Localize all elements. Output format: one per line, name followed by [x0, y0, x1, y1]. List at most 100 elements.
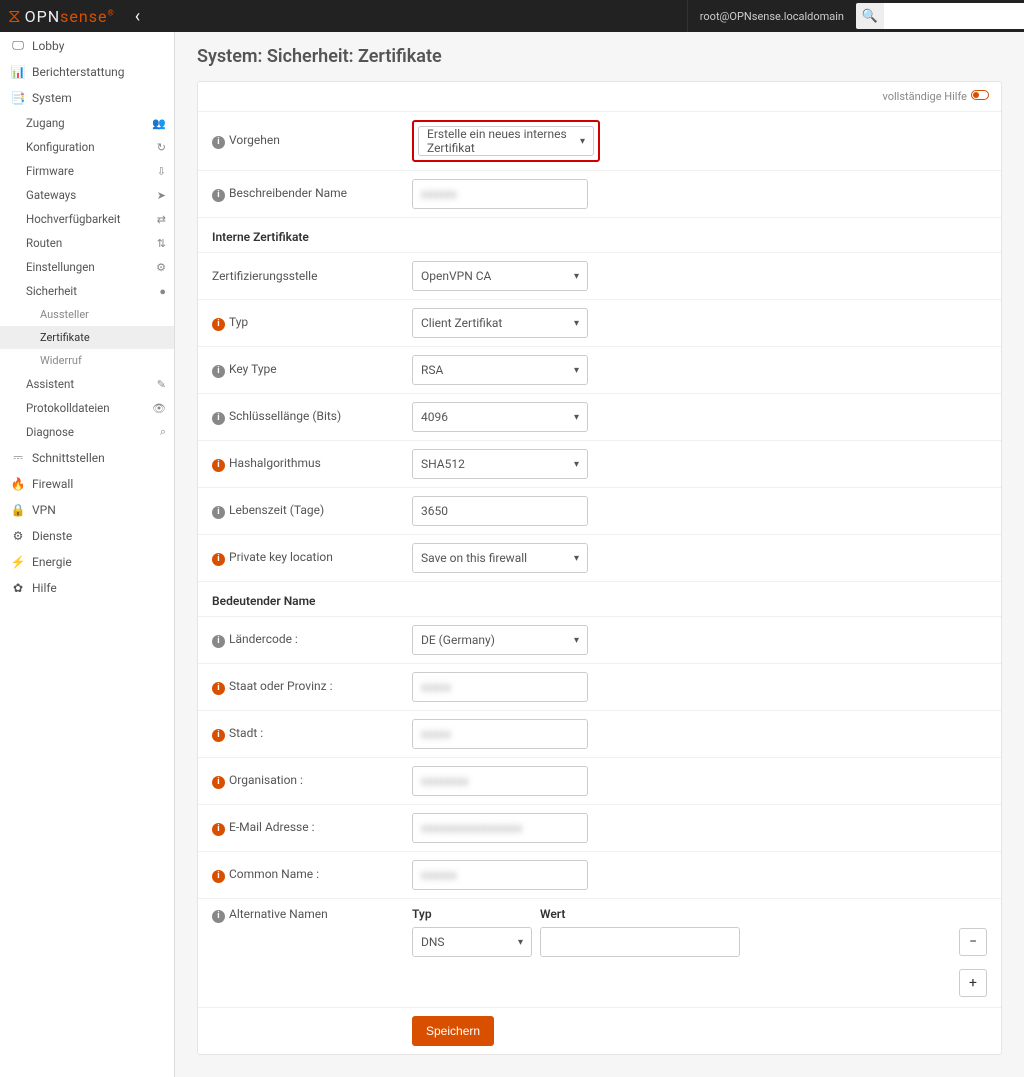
input-alt-wert[interactable] [540, 927, 740, 957]
sidebar-item-lobby[interactable]: 🖵Lobby [0, 32, 174, 59]
sidebar-item-berichterstattung[interactable]: 📊Berichterstattung [0, 59, 174, 85]
lock-icon: 🔒 [10, 503, 26, 517]
label-pkl: iPrivate key location [198, 535, 398, 582]
sidebar-toggle-icon[interactable]: ‹ [135, 6, 140, 27]
sidebar-item-energie[interactable]: ⚡Energie [0, 549, 174, 575]
sidebar-sub-protokolldateien[interactable]: Protokolldateien👁 [0, 396, 174, 420]
sidebar-item-schnittstellen[interactable]: ⎓Schnittstellen [0, 444, 174, 471]
route-icon: ⇅ [157, 237, 166, 250]
info-icon: i [212, 635, 225, 648]
sidebar-sub-gateways[interactable]: Gateways➤ [0, 183, 174, 207]
info-icon: i [212, 823, 225, 836]
caret-down-icon: ▾ [574, 271, 579, 282]
info-icon: i [212, 553, 225, 566]
monitor-icon: 🖵 [10, 38, 26, 53]
alt-header-typ: Typ [412, 907, 532, 921]
highlight-vorgehen: Erstelle ein neues internes Zertifikat▾ [412, 120, 600, 162]
main-content: System: Sicherheit: Zertifikate vollstän… [175, 32, 1024, 1077]
info-icon: i [212, 682, 225, 695]
sidebar-sub-zertifikate[interactable]: Zertifikate [0, 326, 174, 349]
input-email[interactable]: xxxxxxxxxxxxxxxxx [412, 813, 588, 843]
plus-icon: + [969, 975, 977, 991]
sidebar-sub-diagnose[interactable]: Diagnose⌕ [0, 420, 174, 444]
alt-header: Typ Wert [412, 907, 987, 921]
sidebar-item-hilfe[interactable]: ✿Hilfe [0, 575, 174, 601]
gears-icon: 📑 [10, 91, 26, 105]
section-bedeutender-name: Bedeutender Name [198, 582, 1001, 617]
select-vorgehen[interactable]: Erstelle ein neues internes Zertifikat▾ [418, 126, 594, 156]
sidebar-sub-routen[interactable]: Routen⇅ [0, 231, 174, 255]
add-alt-button[interactable]: + [959, 969, 987, 997]
info-icon: i [212, 870, 225, 883]
sidebar: 🖵Lobby 📊Berichterstattung 📑System Zugang… [0, 32, 175, 1077]
sidebar-sub-hochverfuegbarkeit[interactable]: Hochverfügbarkeit⇄ [0, 207, 174, 231]
select-keylen[interactable]: 4096▾ [412, 402, 588, 432]
hourglass-icon: ⧖ [8, 6, 21, 27]
label-cn: iCommon Name : [198, 852, 398, 899]
plug-icon: ⎓ [10, 450, 26, 465]
label-lifetime: iLebenszeit (Tage) [198, 488, 398, 535]
input-lifetime[interactable]: 3650 [412, 496, 588, 526]
caret-down-icon: ▾ [518, 937, 523, 948]
eye-icon: 👁 [152, 402, 166, 415]
search-icon[interactable]: 🔍 [856, 3, 884, 29]
gear-icon: ⚙ [10, 529, 26, 543]
dot-icon: ● [159, 285, 166, 298]
select-alt-typ[interactable]: DNS▾ [412, 927, 532, 957]
info-icon: i [212, 910, 225, 923]
input-org[interactable]: xxxxxxxx [412, 766, 588, 796]
sidebar-sub-zugang[interactable]: Zugang👥 [0, 111, 174, 135]
info-icon: i [212, 506, 225, 519]
sidebar-sub-firmware[interactable]: Firmware⇩ [0, 159, 174, 183]
sidebar-sub-einstellungen[interactable]: Einstellungen⚙ [0, 255, 174, 279]
input-staat[interactable]: xxxxx [412, 672, 588, 702]
minus-icon: − [969, 934, 977, 950]
select-ca[interactable]: OpenVPN CA▾ [412, 261, 588, 291]
sidebar-sub-sicherheit[interactable]: Sicherheit● [0, 279, 174, 303]
sidebar-sub-konfiguration[interactable]: Konfiguration↻ [0, 135, 174, 159]
sidebar-item-firewall[interactable]: 🔥Firewall [0, 471, 174, 497]
select-typ[interactable]: Client Zertifikat▾ [412, 308, 588, 338]
toggle-icon[interactable] [971, 90, 989, 100]
label-typ: iTyp [198, 300, 398, 347]
full-help-toggle[interactable]: vollständige Hilfe [198, 82, 1001, 111]
caret-down-icon: ▾ [574, 365, 579, 376]
select-pkl[interactable]: Save on this firewall▾ [412, 543, 588, 573]
caret-down-icon: ▾ [574, 635, 579, 646]
info-icon: i [212, 412, 225, 425]
sidebar-sub-widerruf[interactable]: Widerruf [0, 349, 174, 372]
section-interne-zertifikate: Interne Zertifikate [198, 218, 1001, 253]
wand-icon: ✎ [157, 378, 166, 391]
chart-icon: 📊 [10, 65, 26, 79]
info-icon: i [212, 459, 225, 472]
label-org: iOrganisation : [198, 758, 398, 805]
input-stadt[interactable]: xxxxx [412, 719, 588, 749]
search-input[interactable] [884, 3, 1024, 29]
user-info[interactable]: root@OPNsense.localdomain [687, 0, 856, 32]
sidebar-sub-aussteller[interactable]: Aussteller [0, 303, 174, 326]
sidebar-item-system[interactable]: 📑System [0, 85, 174, 111]
save-button[interactable]: Speichern [412, 1016, 494, 1046]
select-keytype[interactable]: RSA▾ [412, 355, 588, 385]
select-hash[interactable]: SHA512▾ [412, 449, 588, 479]
label-beschreibender-name: iBeschreibender Name [198, 171, 398, 218]
label-ca: Zertifizierungsstelle [198, 253, 398, 300]
label-hash: iHashalgorithmus [198, 441, 398, 488]
history-icon: ↻ [157, 141, 166, 154]
info-icon: i [212, 136, 225, 149]
caret-down-icon: ▾ [574, 318, 579, 329]
remove-alt-button[interactable]: − [959, 928, 987, 956]
info-icon: i [212, 365, 225, 378]
input-cn[interactable]: xxxxxx [412, 860, 588, 890]
info-icon: i [212, 318, 225, 331]
info-icon: i [212, 776, 225, 789]
sidebar-item-dienste[interactable]: ⚙Dienste [0, 523, 174, 549]
label-vorgehen: iVorgehen [198, 112, 398, 171]
input-beschreibender-name[interactable]: xxxxxx [412, 179, 588, 209]
form-panel: vollständige Hilfe iVorgehen Erstelle ei… [197, 81, 1002, 1055]
logo[interactable]: ⧖ OPNsense® [8, 6, 115, 27]
sidebar-item-vpn[interactable]: 🔒VPN [0, 497, 174, 523]
sidebar-sub-assistent[interactable]: Assistent✎ [0, 372, 174, 396]
info-icon: i [212, 189, 225, 202]
select-land[interactable]: DE (Germany)▾ [412, 625, 588, 655]
